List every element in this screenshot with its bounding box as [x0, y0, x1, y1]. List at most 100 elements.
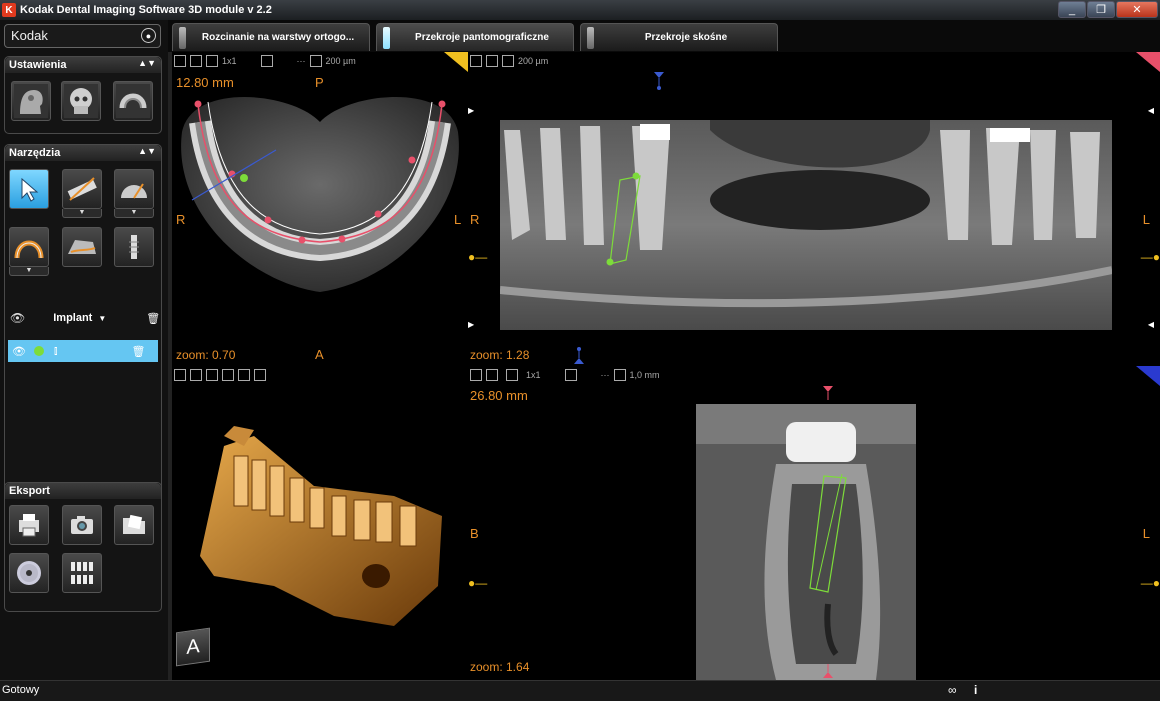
status-text: Gotowy [2, 684, 40, 696]
ruler-dropdown-arrow[interactable]: ▼ [62, 209, 102, 218]
minimize-button[interactable]: _ [1058, 1, 1086, 18]
resolution-label[interactable]: 200 µm [518, 56, 548, 66]
trash-icon[interactable]: 🗑 [146, 312, 160, 325]
cross-section-view[interactable]: 1x1 ··· 1,0 mm 26.80 mm B L ●— —● zoom: … [468, 347, 1160, 680]
layout-icon[interactable] [506, 369, 518, 381]
expand-icon[interactable] [486, 55, 498, 67]
export-panel-header[interactable]: Eksport [5, 483, 161, 499]
snapshot-button[interactable] [62, 505, 102, 545]
slice-thickness-icon[interactable] [502, 55, 514, 67]
info-icon[interactable]: i [974, 683, 977, 697]
slice-thickness-icon[interactable] [309, 55, 322, 67]
status-bar: Gotowy ∞ i [0, 680, 1160, 701]
resolution-label[interactable]: 200 µm [326, 56, 356, 66]
close-button[interactable]: ✕ [1116, 1, 1158, 18]
scroll-right-icon[interactable]: ◀ [1148, 106, 1154, 115]
fit-icon[interactable] [174, 369, 186, 381]
implant-tool-button[interactable] [114, 227, 154, 267]
angle-tool-button[interactable] [114, 169, 154, 209]
teeth-report-button[interactable] [62, 553, 102, 593]
cd-disc-icon [17, 561, 41, 585]
nerve-tool-button[interactable] [62, 227, 102, 267]
jaw-arch-view-button[interactable] [113, 81, 153, 121]
select-tool-button[interactable] [9, 169, 49, 209]
tab-marker [383, 27, 390, 49]
burn-cd-button[interactable] [9, 553, 49, 593]
slice-position-blue-icon[interactable] [654, 70, 664, 92]
tab-orthogonal-slicing[interactable]: Rozcinanie na warstwy ortogo... [172, 23, 370, 51]
angle-dropdown-arrow[interactable]: ▼ [114, 209, 154, 218]
layers-icon[interactable] [260, 55, 273, 67]
cross-section-ct-image [696, 404, 916, 680]
tab-label: Przekroje pantomograficzne [415, 32, 549, 43]
left-marker-icon[interactable]: ●— [468, 250, 487, 264]
implant-list-item[interactable]: 👁 ⫾ 🗑 [8, 340, 158, 362]
implant-screw-icon [129, 235, 139, 259]
scroll-left-icon[interactable]: ▶ [468, 106, 474, 115]
kodak-logo-icon: K [2, 3, 16, 17]
layout-label[interactable]: 1x1 [222, 56, 237, 66]
skull-view-button[interactable] [61, 81, 101, 121]
volume-3d-view[interactable]: A [172, 366, 468, 680]
fit-icon[interactable] [174, 55, 186, 67]
patient-search-input[interactable]: Kodak ● [4, 24, 161, 48]
visibility-eye-icon[interactable]: 👁 [12, 345, 26, 358]
orientation-right: L [1142, 212, 1150, 227]
panoramic-ct-image [500, 120, 1112, 330]
print-button[interactable] [9, 505, 49, 545]
ruler-tool-button[interactable] [62, 169, 102, 209]
right-marker-icon[interactable]: —● [1141, 250, 1160, 264]
implant-color-dot[interactable] [33, 346, 44, 356]
cube-clip-icon[interactable] [238, 369, 250, 381]
head-profile-view-button[interactable] [11, 81, 51, 121]
scroll-right-icon[interactable]: ◀ [1148, 320, 1154, 329]
tab-marker [179, 27, 186, 49]
settings-panel-header[interactable]: Ustawienia ▲▼ [5, 57, 161, 73]
tab-panoramic-sections[interactable]: Przekroje pantomograficzne [376, 23, 574, 51]
implant-dropdown[interactable]: Implant [53, 312, 92, 324]
resolution-label[interactable]: 1,0 mm [630, 370, 660, 380]
expand-icon[interactable] [486, 369, 498, 381]
tools-panel-header[interactable]: Narzędzia ▲▼ [5, 145, 161, 161]
orientation-cube-icon[interactable]: A [176, 627, 210, 667]
layout-icon[interactable] [206, 55, 218, 67]
implant-small-icon: ⫾ [53, 344, 58, 357]
layers-icon[interactable] [564, 369, 577, 381]
cube-solid-icon[interactable] [222, 369, 234, 381]
corner-marker-yellow-icon [444, 52, 468, 72]
fit-icon[interactable] [470, 369, 482, 381]
export-folder-button[interactable] [114, 505, 154, 545]
protractor-icon [121, 183, 147, 199]
tab-oblique-sections[interactable]: Przekroje skośne [580, 23, 778, 51]
expand-icon[interactable] [190, 369, 202, 381]
folder-icon [123, 514, 145, 534]
bottom-marker-pink-icon[interactable] [823, 664, 833, 680]
top-marker-pink-icon[interactable] [823, 384, 833, 400]
link-icon[interactable]: ∞ [948, 683, 957, 697]
expand-icon[interactable] [190, 55, 202, 67]
ruler-icon [67, 177, 97, 201]
slice-thickness-icon[interactable] [613, 369, 626, 381]
arch-dropdown-arrow[interactable]: ▼ [9, 267, 49, 276]
panoramic-view[interactable]: 200 µm ▶ ◀ R L ●— —● ▶ ◀ zoom: 1.28 [444, 52, 1160, 364]
fit-icon[interactable] [470, 55, 482, 67]
cube-view-icon[interactable] [206, 369, 218, 381]
search-go-icon[interactable]: ● [141, 28, 156, 43]
title-bar: K Kodak Dental Imaging Software 3D modul… [0, 0, 1160, 20]
slice-position-blue-icon[interactable] [574, 346, 584, 368]
right-marker-icon[interactable]: —● [1141, 576, 1160, 590]
eye-icon[interactable]: 👁 [10, 311, 25, 325]
axial-view[interactable]: 1x1 ··· 200 µm 12.80 mm P R L A zoom: 0.… [172, 52, 468, 364]
arch-curve-tool-button[interactable] [9, 227, 49, 267]
collapse-arrow-icon[interactable]: ▲▼ [138, 146, 156, 156]
camera-icon [71, 516, 93, 534]
maximize-button[interactable]: ❐ [1087, 1, 1115, 18]
cube-cut-icon[interactable] [254, 369, 266, 381]
collapse-arrow-icon[interactable]: ▲▼ [138, 58, 156, 68]
chevron-down-icon[interactable]: ▼ [98, 314, 106, 323]
delete-implant-icon[interactable]: 🗑 [132, 345, 146, 358]
scroll-left-icon[interactable]: ▶ [468, 320, 474, 329]
slice-thickness-value: 12.80 mm [176, 75, 234, 90]
layout-label[interactable]: 1x1 [526, 370, 541, 380]
left-marker-icon[interactable]: ●— [468, 576, 487, 590]
